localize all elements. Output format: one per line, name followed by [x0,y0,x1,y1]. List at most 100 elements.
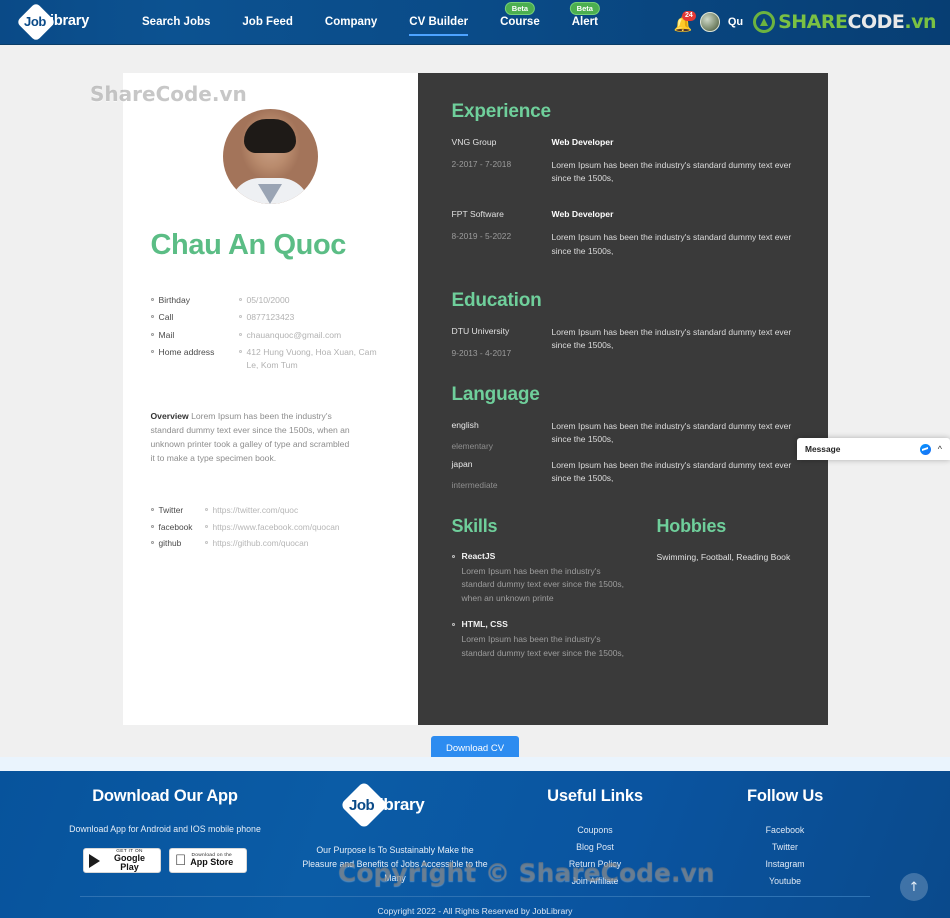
footer-col-useful-links: Useful Links Coupons Blog Post Return Po… [500,787,690,890]
logo-suffix-text: ibrary [50,13,90,29]
footer-logo[interactable]: Job ibrary [298,780,492,830]
footer-subtitle: Download App for Android and IOS mobile … [69,824,261,834]
nav-links: Search Jobs Job Feed Company CV Builder … [126,0,614,45]
entry-body: Web Developer Lorem Ipsum has been the i… [552,137,802,185]
notifications-button[interactable]: 🔔 24 [672,11,696,33]
link-value-text: https://twitter.com/quoc [212,505,299,516]
section-title: Skills [451,515,498,536]
skill-name: ReactJS [461,550,496,561]
bullet-icon [451,622,455,626]
bullet-icon [150,508,154,512]
link-row: github https://github.com/quocan [150,537,390,550]
skills-hobbies-row: Skills ReactJS Lorem Ipsum has been the … [451,515,802,674]
photo-hair [244,119,296,153]
notification-count-badge: 24 [682,11,696,22]
link-row: facebook https://www.facebook.com/quocan [150,521,390,534]
bullet-icon [150,349,154,353]
link-value-cell[interactable]: https://twitter.com/quoc [204,504,299,517]
user-avatar[interactable] [699,12,720,32]
nav-item-cv-builder[interactable]: CV Builder [393,0,484,45]
nav-item-company[interactable]: Company [309,0,393,45]
language-body: Lorem Ipsum has been the industry's stan… [552,459,802,490]
scroll-to-top-button[interactable]: ↑ [900,873,928,901]
link-key-text: facebook [158,521,193,532]
nav-item-job-feed[interactable]: Job Feed [226,0,308,45]
info-row: Birthday 05/10/2000 [150,294,390,307]
link-key-text: github [158,538,182,549]
footer-link-instagram[interactable]: Instagram [698,856,872,873]
link-value-cell[interactable]: https://www.facebook.com/quocan [204,521,340,534]
footer-link-return-policy[interactable]: Return Policy [508,856,682,873]
chevron-up-icon[interactable]: ^ [938,444,942,454]
nav-item-alert[interactable]: Beta Alert [556,0,614,45]
footer-link-twitter[interactable]: Twitter [698,839,872,856]
beta-badge: Beta [569,1,600,16]
info-key-text: Mail [158,329,175,340]
nav-label: Course [500,16,540,28]
top-navbar: Job ibrary Search Jobs Job Feed Company … [0,0,950,45]
info-key-cell: Birthday [150,294,239,307]
entry-meta: DTU University 9-2013 - 4-2017 [452,326,552,358]
experience-entry: FPT Software 8-2019 - 5-2022 Web Develop… [452,209,802,257]
site-logo[interactable]: Job ibrary [14,2,104,42]
info-value-text: chauanquoc@gmail.com [246,329,342,340]
messenger-icon[interactable] [919,443,931,455]
bullet-icon [150,332,154,336]
nav-label: Job Feed [242,16,293,28]
language-level: intermediate [451,479,498,490]
app-store-button[interactable]:  Download on the App Store [169,848,247,874]
info-value-cell: 412 Hung Vuong, Hoa Xuan, Cam Le, Kom Tu… [238,346,390,373]
footer-link-coupons[interactable]: Coupons [508,822,682,839]
bullet-icon [150,541,154,545]
user-name-label: Qu [727,16,744,28]
bullet-icon [150,315,154,319]
info-key-text: Call [158,312,174,323]
language-entry: english elementary Lorem Ipsum has been … [452,420,802,451]
footer-col-download-app: Download Our App Download App for Androi… [40,787,290,890]
entry-date: 2-2017 - 7-2018 [451,159,512,169]
nav-item-course[interactable]: Beta Course [484,0,556,45]
section-skills: Skills ReactJS Lorem Ipsum has been the … [451,515,627,674]
info-value-text: 412 Hung Vuong, Hoa Xuan, Cam Le, Kom Tu… [246,346,377,371]
sharecode-share-text: SHARE [778,11,848,33]
entry-body: Web Developer Lorem Ipsum has been the i… [552,209,802,257]
cv-full-name: Chau An Quoc [150,229,347,261]
google-play-button[interactable]: GET IT ON Google Play [83,848,161,874]
cv-social-links: Twitter https://twitter.com/quoc faceboo… [150,504,390,550]
link-key-text: Twitter [158,505,184,516]
navbar-right: 🔔 24 Qu SHARECODE.vn [672,11,940,33]
overview-label: Overview [150,411,189,422]
entry-role: Web Developer [551,209,614,220]
message-widget[interactable]: Message ^ [797,438,950,460]
sharecode-vn-text: .vn [904,11,936,33]
beta-badge: Beta [504,1,536,16]
language-name: japan [451,458,473,469]
footer-title: Download Our App [92,787,238,805]
profile-photo [222,109,318,204]
footer-columns: Download Our App Download App for Androi… [40,780,910,890]
info-key-text: Home address [158,346,215,357]
experience-entry: VNG Group 2-2017 - 7-2018 Web Developer … [452,137,802,185]
nav-label: Alert [571,16,598,28]
entry-meta: VNG Group 2-2017 - 7-2018 [452,137,552,185]
link-value-cell[interactable]: https://github.com/quocan [204,537,309,550]
section-education: Education DTU University 9-2013 - 4-2017… [452,290,802,358]
entry-description: Lorem Ipsum has been the industry's stan… [551,160,792,184]
section-hobbies: Hobbies Swimming, Football, Reading Book [657,516,802,674]
footer-link-join-affiliate[interactable]: Join Affiliate [508,873,682,890]
skill-body: ReactJS Lorem Ipsum has been the industr… [462,551,627,606]
badge-big-text: Google Play [114,852,145,873]
footer-link-blog-post[interactable]: Blog Post [508,839,682,856]
entry-org: VNG Group [451,137,497,147]
footer-link-facebook[interactable]: Facebook [698,822,872,839]
nav-item-search-jobs[interactable]: Search Jobs [126,0,226,45]
link-value-text: https://github.com/quocan [212,538,309,549]
bullet-icon [238,332,242,336]
entry-description: Lorem Ipsum has been the industry's stan… [551,232,792,256]
message-widget-actions: ^ [919,443,942,455]
footer-link-youtube[interactable]: Youtube [698,873,872,890]
sharecode-code-text: CODE [847,11,905,33]
skill-body: HTML, CSS Lorem Ipsum has been the indus… [462,619,627,661]
nav-label: CV Builder [409,16,469,28]
skill-entry: ReactJS Lorem Ipsum has been the industr… [451,551,627,606]
